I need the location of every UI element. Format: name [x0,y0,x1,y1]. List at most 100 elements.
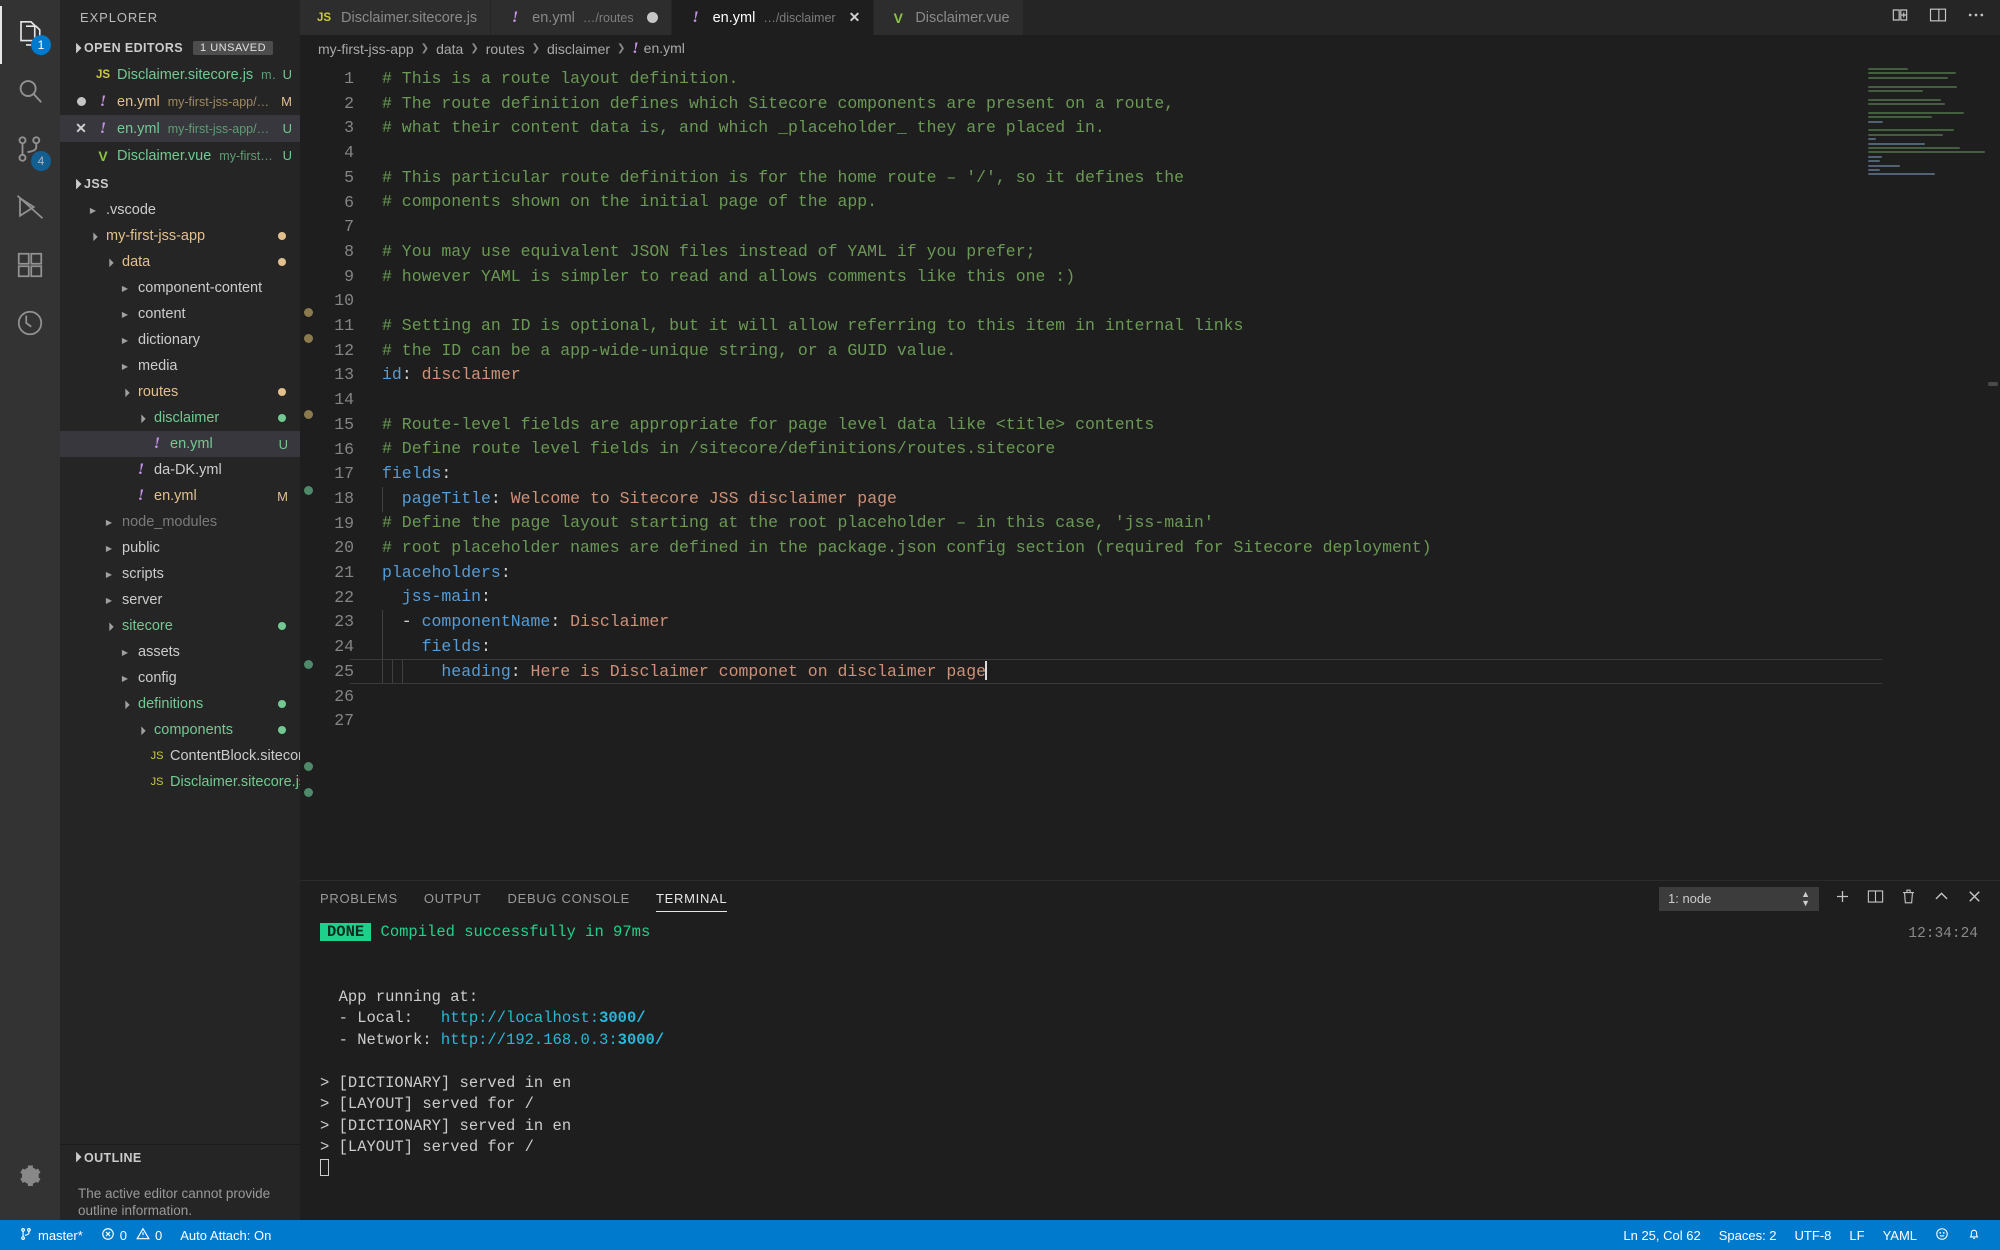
more-actions-icon[interactable] [1966,5,1986,30]
code-line[interactable]: fields: [364,635,2000,660]
open-editor-row[interactable]: V Disclaimer.vue my-first-jss-ap… U [60,142,300,169]
close-icon[interactable]: ✕ [849,9,861,26]
code-line[interactable]: # Route-level fields are appropriate for… [364,413,2000,438]
tree-item-content[interactable]: content [60,301,300,327]
editor-tab[interactable]: ! en.yml …/routes [491,0,672,35]
tree-item-assets[interactable]: assets [60,639,300,665]
breadcrumb-item[interactable]: routes [486,41,525,57]
status-feedback[interactable] [1926,1220,1958,1250]
tree-item-component-content[interactable]: component-content [60,275,300,301]
tree-item-public[interactable]: public [60,535,300,561]
open-editors-header[interactable]: OPEN EDITORS 1 UNSAVED [60,35,300,61]
panel-tab-terminal[interactable]: TERMINAL [656,881,728,916]
code-line[interactable]: # Define the page layout starting at the… [364,511,2000,536]
tree-item--vscode[interactable]: .vscode [60,197,300,223]
terminal-link-port[interactable]: 3000/ [618,1031,665,1049]
code-line[interactable]: # You may use equivalent JSON files inst… [364,240,2000,265]
code-lines[interactable]: # This is a route layout definition. # Th… [364,62,2000,880]
status-branch[interactable]: master* [10,1220,92,1250]
terminal-select[interactable]: 1: node ▲ ▼ [1659,886,1819,911]
tree-item-my-first-jss-app[interactable]: my-first-jss-app [60,223,300,249]
layout-icon[interactable] [1928,5,1948,30]
code-line[interactable]: heading: Here is Disclaimer componet on … [364,660,2000,685]
unsaved-dot-icon[interactable] [70,94,92,109]
breadcrumb-item[interactable]: my-first-jss-app [318,41,414,57]
code-line[interactable]: # Setting an ID is optional, but it will… [364,314,2000,339]
code-line[interactable] [364,289,2000,314]
terminal-link[interactable]: http://192.168.0.3: [441,1031,618,1049]
panel-tab-output[interactable]: OUTPUT [424,881,482,916]
status-cursor-position[interactable]: Ln 25, Col 62 [1614,1220,1709,1250]
tree-item-scripts[interactable]: scripts [60,561,300,587]
code-line[interactable]: # This particular route definition is fo… [364,166,2000,191]
code-line[interactable]: id: disclaimer [364,363,2000,388]
editor-tab[interactable]: ! en.yml …/disclaimer ✕ [671,0,875,35]
tree-item-definitions[interactable]: definitions [60,691,300,717]
minimap[interactable] [1868,68,1986,176]
close-panel-icon[interactable] [1965,887,1984,911]
panel-tab-problems[interactable]: PROBLEMS [320,881,398,916]
code-line[interactable]: # however YAML is simpler to read and al… [364,265,2000,290]
breadcrumb-item[interactable]: disclaimer [547,41,610,57]
tree-item-components[interactable]: components [60,717,300,743]
open-editor-row[interactable]: ! en.yml my-first-jss-app/data/r… M [60,88,300,115]
tree-item-server[interactable]: server [60,587,300,613]
tree-item-media[interactable]: media [60,353,300,379]
code-line[interactable]: # what their content data is, and which … [364,116,2000,141]
status-notifications[interactable] [1958,1220,1990,1250]
tree-item-sitecore[interactable]: sitecore [60,613,300,639]
open-editor-row[interactable]: ✕! en.yml my-first-jss-app/data/ro… U [60,115,300,142]
code-line[interactable]: # Define route level fields in /sitecore… [364,437,2000,462]
tree-item-en-yml[interactable]: ! en.yml M [60,483,300,509]
editor-tab[interactable]: JS Disclaimer.sitecore.js [300,0,492,35]
code-editor[interactable]: 1 2 3 4 5 6 7 8 9 10 11 12 13 14 15 16 17 18 19 20 21 22 23 24 2… [300,62,2000,880]
panel-tab-debug-console[interactable]: DEBUG CONSOLE [508,881,631,916]
terminal-link-port[interactable]: 3000/ [599,1009,646,1027]
maximize-panel-icon[interactable] [1932,887,1951,911]
open-editor-row[interactable]: JS Disclaimer.sitecore.js my-first… U [60,61,300,88]
tree-item-disclaimer[interactable]: disclaimer [60,405,300,431]
code-line[interactable]: pageTitle: Welcome to Sitecore JSS discl… [364,487,2000,512]
kill-terminal-icon[interactable] [1899,887,1918,911]
split-terminal-icon[interactable] [1866,887,1885,911]
tree-item-config[interactable]: config [60,665,300,691]
tree-item-node-modules[interactable]: node_modules [60,509,300,535]
status-language-mode[interactable]: YAML [1874,1220,1926,1250]
status-problems[interactable]: 0 0 [92,1220,171,1250]
code-line[interactable] [364,388,2000,413]
code-line[interactable]: # root placeholder names are defined in … [364,536,2000,561]
new-terminal-icon[interactable] [1833,887,1852,911]
tree-item-da-dk-yml[interactable]: ! da-DK.yml [60,457,300,483]
tree-item-en-yml[interactable]: ! en.yml U [60,431,300,457]
code-line[interactable]: # components shown on the initial page o… [364,190,2000,215]
activity-extensions[interactable] [0,238,60,296]
code-line[interactable]: fields: [364,462,2000,487]
code-line[interactable] [364,684,2000,709]
editor-tab[interactable]: V Disclaimer.vue [874,0,1024,35]
code-line[interactable] [364,215,2000,240]
activity-manage-settings[interactable] [0,1150,60,1208]
status-auto-attach[interactable]: Auto Attach: On [171,1220,280,1250]
outline-header[interactable]: OUTLINE [60,1145,300,1171]
code-line[interactable]: placeholders: [364,561,2000,586]
status-indentation[interactable]: Spaces: 2 [1710,1220,1786,1250]
tree-item-disclaimer-sitecore-js[interactable]: JSDisclaimer.sitecore.jsU [60,769,300,795]
workspace-header[interactable]: JSS [60,171,300,197]
terminal-output[interactable]: 12:34:24 DONE Compiled successfully in 9… [300,916,2000,1220]
tree-item-contentblock-sitecore-js[interactable]: JS ContentBlock.sitecore.js [60,743,300,769]
activity-test[interactable] [0,296,60,354]
code-line[interactable]: # the ID can be a app-wide-unique string… [364,339,2000,364]
close-icon[interactable]: ✕ [70,120,92,137]
activity-run-debug[interactable] [0,180,60,238]
terminal-link[interactable]: http://localhost: [441,1009,599,1027]
tree-item-data[interactable]: data [60,249,300,275]
status-encoding[interactable]: UTF-8 [1786,1220,1841,1250]
dirty-indicator-icon[interactable] [646,12,658,23]
activity-source-control[interactable]: 4 [0,122,60,180]
tree-item-dictionary[interactable]: dictionary [60,327,300,353]
code-line[interactable]: # This is a route layout definition. [364,67,2000,92]
breadcrumb-item[interactable]: ! en.yml [632,40,684,58]
code-line[interactable] [364,709,2000,734]
code-line[interactable]: - componentName: Disclaimer [364,610,2000,635]
split-editor-icon[interactable] [1890,5,1910,30]
